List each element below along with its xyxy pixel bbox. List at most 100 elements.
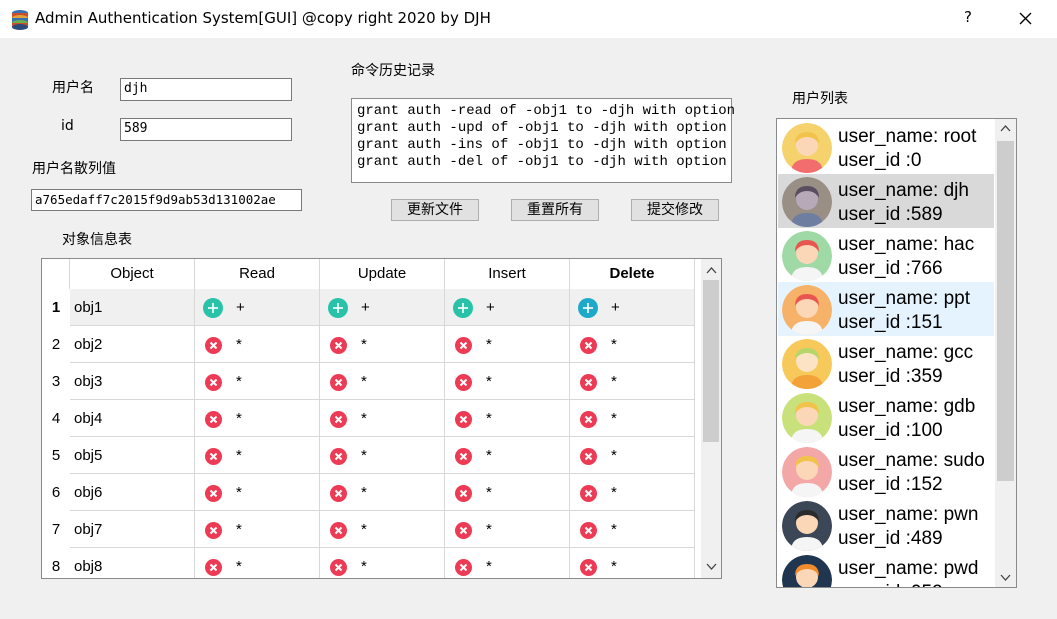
read-cell[interactable]: * — [195, 548, 320, 578]
user-list-item[interactable]: user_name: pwn user_id :489 — [778, 498, 994, 552]
x-circle-icon[interactable] — [330, 337, 347, 354]
row-number[interactable]: 3 — [42, 363, 70, 400]
insert-cell[interactable]: * — [445, 511, 570, 548]
x-circle-icon[interactable] — [455, 522, 472, 539]
update-cell[interactable]: + — [320, 289, 445, 326]
read-cell[interactable]: * — [195, 363, 320, 400]
plus-circle-icon[interactable] — [203, 298, 223, 318]
x-circle-icon[interactable] — [455, 559, 472, 576]
object-cell[interactable]: obj3 — [70, 363, 195, 400]
user-list-item[interactable]: user_name: ppt user_id :151 — [778, 282, 994, 336]
delete-cell[interactable]: * — [570, 400, 695, 437]
x-circle-icon[interactable] — [580, 559, 597, 576]
table-row[interactable]: 4 obj4 * * * * — [42, 400, 702, 437]
table-scrollbar[interactable] — [701, 259, 721, 578]
scroll-up-icon[interactable] — [703, 262, 720, 279]
read-cell[interactable]: * — [195, 474, 320, 511]
insert-cell[interactable]: + — [445, 289, 570, 326]
object-cell[interactable]: obj5 — [70, 437, 195, 474]
plus-circle-icon[interactable] — [578, 298, 598, 318]
table-row[interactable]: 1 obj1 + + + + — [42, 289, 702, 326]
delete-cell[interactable]: * — [570, 511, 695, 548]
insert-cell[interactable]: * — [445, 400, 570, 437]
x-circle-icon[interactable] — [330, 559, 347, 576]
read-cell[interactable]: * — [195, 437, 320, 474]
user-list-scrollbar[interactable] — [995, 119, 1016, 587]
x-circle-icon[interactable] — [580, 337, 597, 354]
row-number[interactable]: 8 — [42, 548, 70, 578]
object-cell[interactable]: obj1 — [70, 289, 195, 326]
x-circle-icon[interactable] — [330, 411, 347, 428]
user-list-item[interactable]: user_name: pwd user_id :052 — [778, 552, 994, 587]
update-cell[interactable]: * — [320, 548, 445, 578]
delete-cell[interactable]: * — [570, 474, 695, 511]
update-cell[interactable]: * — [320, 437, 445, 474]
delete-cell[interactable]: * — [570, 548, 695, 578]
delete-cell[interactable]: + — [570, 289, 695, 326]
user-list-item[interactable]: user_name: gcc user_id :359 — [778, 336, 994, 390]
user-list-item[interactable]: user_name: root user_id :0 — [778, 120, 994, 174]
row-number[interactable]: 5 — [42, 437, 70, 474]
history-textbox[interactable]: grant auth -read of -obj1 to -djh with o… — [351, 98, 735, 183]
update-cell[interactable]: * — [320, 363, 445, 400]
insert-cell[interactable]: * — [445, 437, 570, 474]
object-cell[interactable]: obj7 — [70, 511, 195, 548]
x-circle-icon[interactable] — [580, 448, 597, 465]
update-file-button[interactable]: 更新文件 — [391, 199, 479, 221]
x-circle-icon[interactable] — [205, 374, 222, 391]
id-field[interactable]: 589 — [120, 118, 292, 141]
x-circle-icon[interactable] — [330, 485, 347, 502]
read-cell[interactable]: * — [195, 511, 320, 548]
header-delete[interactable]: Delete — [570, 259, 695, 289]
x-circle-icon[interactable] — [455, 411, 472, 428]
row-number[interactable]: 7 — [42, 511, 70, 548]
x-circle-icon[interactable] — [455, 374, 472, 391]
x-circle-icon[interactable] — [205, 411, 222, 428]
plus-circle-icon[interactable] — [328, 298, 348, 318]
delete-cell[interactable]: * — [570, 363, 695, 400]
close-icon[interactable] — [1010, 4, 1040, 32]
x-circle-icon[interactable] — [455, 448, 472, 465]
plus-circle-icon[interactable] — [453, 298, 473, 318]
header-update[interactable]: Update — [320, 259, 445, 289]
x-circle-icon[interactable] — [205, 559, 222, 576]
hash-field[interactable]: a765edaff7c2015f9d9ab53d131002ae — [31, 189, 302, 211]
x-circle-icon[interactable] — [205, 448, 222, 465]
row-number[interactable]: 2 — [42, 326, 70, 363]
header-object[interactable]: Object — [70, 259, 195, 289]
scroll-up-icon[interactable] — [997, 120, 1014, 137]
insert-cell[interactable]: * — [445, 474, 570, 511]
row-number[interactable]: 1 — [42, 289, 70, 326]
table-row[interactable]: 8 obj8 * * * * — [42, 548, 702, 578]
scroll-down-icon[interactable] — [703, 558, 720, 575]
user-list-item[interactable]: user_name: hac user_id :766 — [778, 228, 994, 282]
insert-cell[interactable]: * — [445, 548, 570, 578]
x-circle-icon[interactable] — [580, 522, 597, 539]
object-cell[interactable]: obj6 — [70, 474, 195, 511]
update-cell[interactable]: * — [320, 400, 445, 437]
object-cell[interactable]: obj2 — [70, 326, 195, 363]
header-read[interactable]: Read — [195, 259, 320, 289]
row-number[interactable]: 6 — [42, 474, 70, 511]
object-cell[interactable]: obj4 — [70, 400, 195, 437]
scroll-down-icon[interactable] — [997, 569, 1014, 586]
x-circle-icon[interactable] — [580, 374, 597, 391]
x-circle-icon[interactable] — [455, 337, 472, 354]
x-circle-icon[interactable] — [580, 411, 597, 428]
update-cell[interactable]: * — [320, 474, 445, 511]
x-circle-icon[interactable] — [580, 485, 597, 502]
update-cell[interactable]: * — [320, 326, 445, 363]
table-row[interactable]: 2 obj2 * * * * — [42, 326, 702, 363]
help-button[interactable]: ? — [955, 8, 981, 30]
x-circle-icon[interactable] — [330, 448, 347, 465]
delete-cell[interactable]: * — [570, 326, 695, 363]
user-list-item[interactable]: user_name: gdb user_id :100 — [778, 390, 994, 444]
table-row[interactable]: 7 obj7 * * * * — [42, 511, 702, 548]
x-circle-icon[interactable] — [330, 522, 347, 539]
read-cell[interactable]: * — [195, 400, 320, 437]
reset-all-button[interactable]: 重置所有 — [511, 199, 599, 221]
username-field[interactable]: djh — [120, 78, 292, 101]
delete-cell[interactable]: * — [570, 437, 695, 474]
x-circle-icon[interactable] — [455, 485, 472, 502]
user-list-item[interactable]: user_name: djh user_id :589 — [778, 174, 994, 228]
